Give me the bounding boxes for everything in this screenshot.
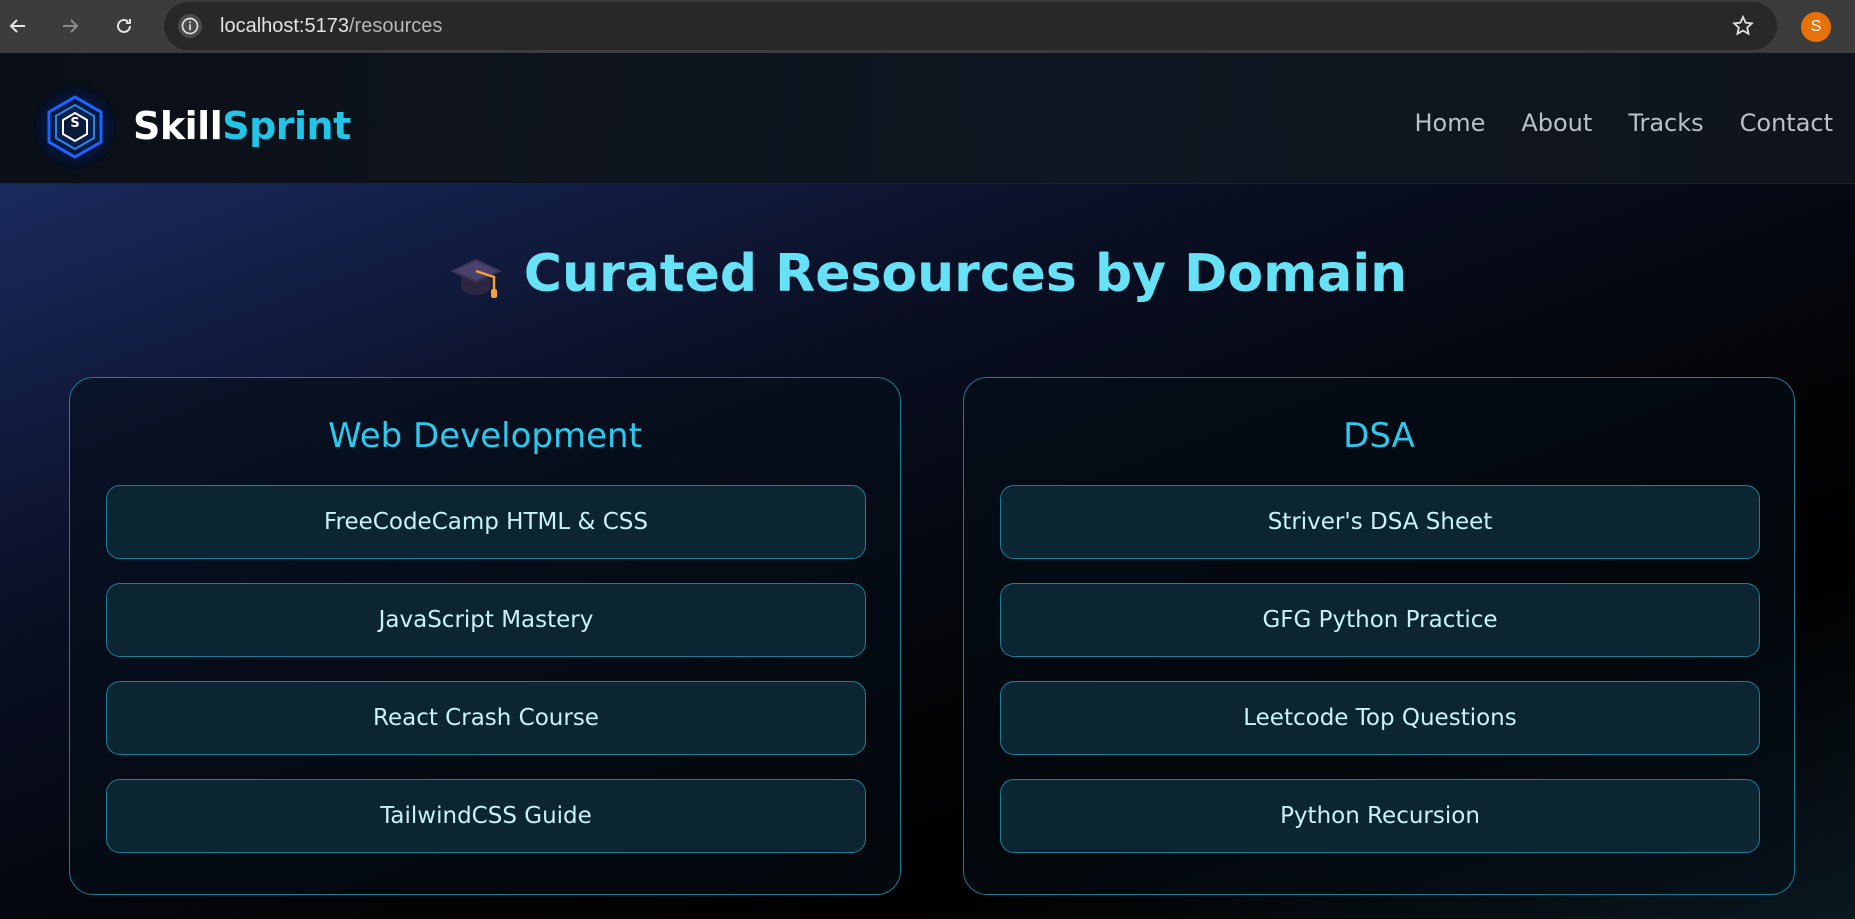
resource-link[interactable]: JavaScript Mastery bbox=[106, 583, 866, 657]
page-title-text: Curated Resources by Domain bbox=[523, 244, 1408, 304]
address-bar[interactable]: localhost:5173/resources bbox=[164, 2, 1777, 50]
profile-initial: S bbox=[1810, 18, 1822, 35]
domain-card-web-development: Web Development FreeCodeCamp HTML & CSS … bbox=[69, 377, 901, 895]
resource-link[interactable]: Python Recursion bbox=[1000, 779, 1760, 853]
site-info-icon[interactable] bbox=[178, 14, 202, 38]
resource-link[interactable]: TailwindCSS Guide bbox=[106, 779, 866, 853]
browser-toolbar: localhost:5173/resources S bbox=[0, 0, 1855, 53]
resource-link[interactable]: GFG Python Practice bbox=[1000, 583, 1760, 657]
back-arrow-icon bbox=[9, 19, 25, 33]
bookmark-star-icon[interactable] bbox=[1731, 14, 1755, 38]
main-nav: Home About Tracks Contact bbox=[1378, 109, 1833, 137]
graduation-cap-icon bbox=[449, 259, 502, 298]
page-title: Curated Resources by Domain bbox=[0, 244, 1855, 305]
reload-icon bbox=[117, 18, 131, 33]
forward-button[interactable] bbox=[52, 8, 88, 44]
site-header: S SkillSprint Home About Tracks Contact bbox=[0, 53, 1855, 184]
back-button[interactable] bbox=[0, 8, 36, 44]
domain-card-dsa: DSA Striver's DSA Sheet GFG Python Pract… bbox=[963, 377, 1795, 895]
brand-name[interactable]: SkillSprint bbox=[133, 104, 351, 148]
resource-link[interactable]: FreeCodeCamp HTML & CSS bbox=[106, 485, 866, 559]
domain-title: Web Development bbox=[328, 416, 642, 456]
nav-home-link[interactable]: Home bbox=[1414, 109, 1485, 137]
brand-part-sprint: Sprint bbox=[222, 104, 351, 148]
forward-arrow-icon bbox=[63, 19, 79, 33]
resource-link[interactable]: React Crash Course bbox=[106, 681, 866, 755]
url-text[interactable]: localhost:5173/resources bbox=[220, 15, 442, 38]
resource-link[interactable]: Leetcode Top Questions bbox=[1000, 681, 1760, 755]
logo-letter: S bbox=[70, 116, 80, 131]
nav-tracks-link[interactable]: Tracks bbox=[1628, 109, 1703, 137]
reload-button[interactable] bbox=[106, 8, 142, 44]
brand-part-skill: Skill bbox=[133, 104, 223, 148]
nav-contact-link[interactable]: Contact bbox=[1740, 109, 1833, 137]
url-host: localhost:5173 bbox=[220, 15, 349, 37]
resource-link[interactable]: Striver's DSA Sheet bbox=[1000, 485, 1760, 559]
main-content: Curated Resources by Domain Web Developm… bbox=[0, 184, 1855, 919]
url-path: /resources bbox=[348, 15, 443, 37]
nav-about-link[interactable]: About bbox=[1521, 109, 1592, 137]
logo-icon[interactable]: S bbox=[33, 85, 117, 169]
domain-title: DSA bbox=[1343, 416, 1415, 456]
profile-avatar[interactable]: S bbox=[1801, 12, 1831, 42]
